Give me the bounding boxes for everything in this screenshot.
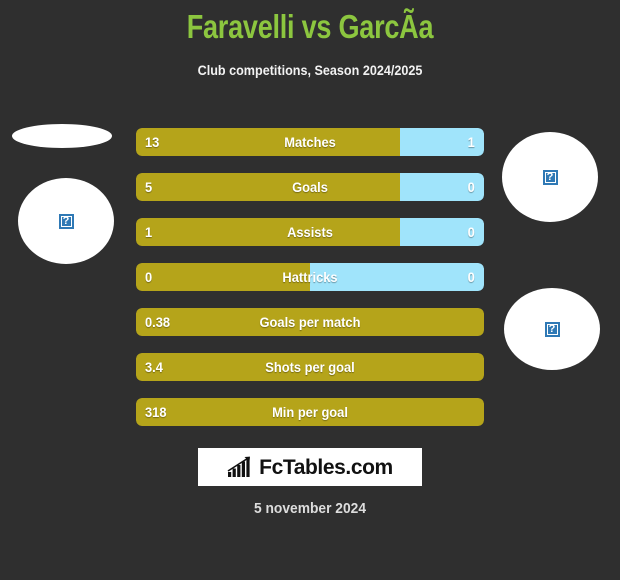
broken-image-icon: ?	[542, 169, 558, 185]
page-title: Faravelli vs GarcÃ­a	[186, 8, 434, 45]
bar-chart-trend-icon	[227, 456, 251, 477]
stat-bar-row: 1 Assists 0	[136, 218, 484, 246]
stat-bar-row: 13 Matches 1	[136, 128, 484, 156]
stat-label: Matches	[284, 134, 336, 150]
fctables-logo[interactable]: FcTables.com	[198, 448, 422, 486]
stat-bar-row: 318 Min per goal	[136, 398, 484, 426]
date-label: 5 november 2024	[253, 500, 367, 517]
stat-bars-list: 13 Matches 1 5 Goals 0 1 Assists 0 0 Hattricks 0 0.3…	[136, 128, 484, 443]
stat-label: Min per goal	[272, 404, 348, 420]
broken-image-icon: ?	[58, 213, 74, 229]
fctables-logo-text: FcTables.com	[259, 455, 393, 479]
stat-label: Hattricks	[282, 269, 338, 285]
stat-bar-row: 0 Hattricks 0	[136, 263, 484, 291]
page-subtitle: Club competitions, Season 2024/2025	[197, 62, 423, 78]
stat-value-away: 1	[467, 134, 475, 150]
left-player-photo-placeholder: ?	[18, 178, 114, 264]
stat-value-away: 0	[467, 269, 475, 285]
stat-label: Goals	[292, 179, 328, 195]
stat-value-away: 0	[467, 179, 475, 195]
comparison-infographic: Faravelli vs GarcÃ­a Club competitions, …	[0, 0, 620, 580]
right-player-photo-placeholder: ?	[504, 288, 600, 370]
stat-label: Assists	[287, 224, 333, 240]
stat-bar-row: 0.38 Goals per match	[136, 308, 484, 336]
right-club-logo-placeholder: ?	[502, 132, 598, 222]
broken-image-icon: ?	[544, 321, 560, 337]
left-club-logo-placeholder	[12, 124, 112, 148]
stat-label: Shots per goal	[265, 359, 355, 375]
stat-value-away: 0	[467, 224, 475, 240]
stat-bar-row: 3.4 Shots per goal	[136, 353, 484, 381]
stat-label: Goals per match	[259, 314, 361, 330]
stat-bar-row: 5 Goals 0	[136, 173, 484, 201]
